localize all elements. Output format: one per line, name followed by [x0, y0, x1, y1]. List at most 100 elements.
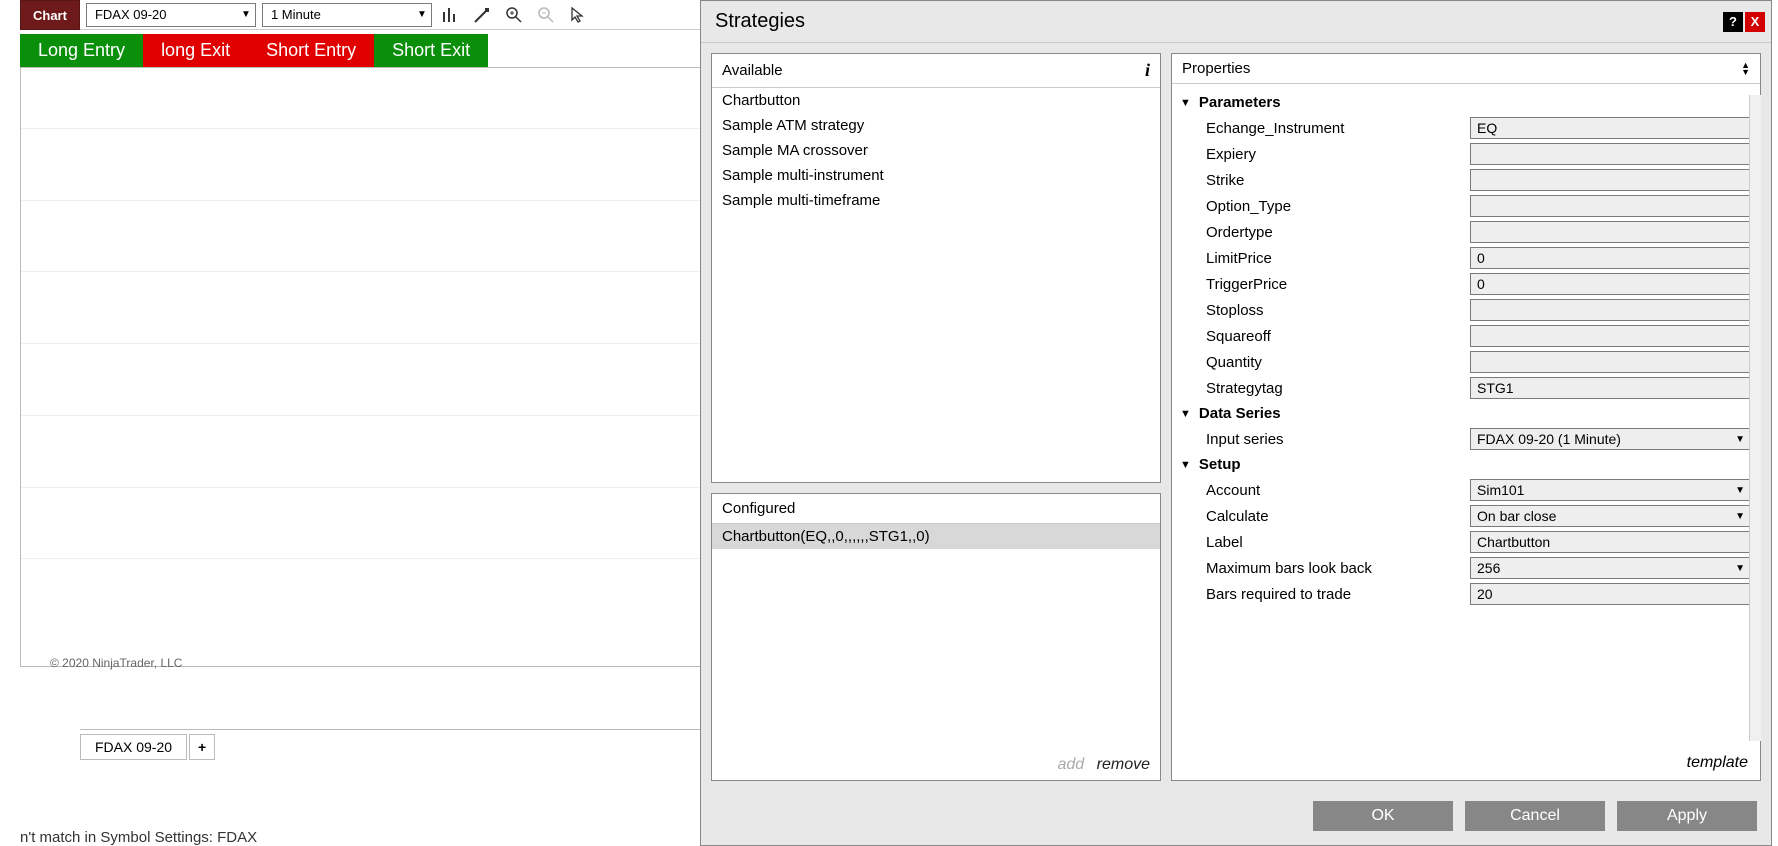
prop-label: Input series: [1206, 431, 1470, 448]
max-bars-select[interactable]: 256▼: [1470, 557, 1750, 579]
configured-list: Chartbutton(EQ,,0,,,,,,STG1,,0): [712, 524, 1160, 750]
chevron-down-icon: ▼: [241, 9, 251, 20]
bars-req-input[interactable]: [1470, 583, 1750, 605]
triggerprice-input[interactable]: [1470, 273, 1750, 295]
prop-row-echange-instrument: Echange_Instrument: [1178, 115, 1750, 141]
instrument-combo-value: FDAX 09-20: [95, 7, 167, 22]
section-setup[interactable]: ▼Setup: [1178, 452, 1750, 477]
prop-row-input-series: Input series FDAX 09-20 (1 Minute) ▼: [1178, 426, 1750, 452]
prop-row-calculate: Calculate On bar close▼: [1178, 503, 1750, 529]
prop-row-limitprice: LimitPrice: [1178, 245, 1750, 271]
chevron-down-icon: ▼: [1735, 485, 1745, 496]
prop-label: Stoploss: [1206, 302, 1470, 319]
chevron-down-icon: ▼: [417, 9, 427, 20]
properties-spinner[interactable]: ▲▼: [1741, 62, 1750, 76]
prop-row-bars-req: Bars required to trade: [1178, 581, 1750, 607]
strike-input[interactable]: [1470, 169, 1750, 191]
zoom-out-icon[interactable]: [532, 1, 560, 29]
account-value: Sim101: [1477, 482, 1524, 498]
instrument-combo[interactable]: FDAX 09-20 ▼: [86, 3, 256, 27]
prop-label: Option_Type: [1206, 198, 1470, 215]
close-button[interactable]: X: [1745, 12, 1765, 32]
draw-icon[interactable]: [468, 1, 496, 29]
remove-link[interactable]: remove: [1097, 756, 1150, 773]
expiery-input[interactable]: [1470, 143, 1750, 165]
chart-title: Chart: [20, 0, 80, 30]
prop-label: Calculate: [1206, 508, 1470, 525]
stoploss-input[interactable]: [1470, 299, 1750, 321]
echange-instrument-input[interactable]: [1470, 117, 1750, 139]
interval-combo-value: 1 Minute: [271, 7, 321, 22]
available-item[interactable]: Sample multi-instrument: [712, 163, 1160, 188]
calculate-select[interactable]: On bar close▼: [1470, 505, 1750, 527]
short-entry-button[interactable]: Short Entry: [248, 34, 374, 67]
available-item[interactable]: Chartbutton: [712, 88, 1160, 113]
properties-header: Properties ▲▼: [1172, 54, 1760, 84]
chart-window: Chart FDAX 09-20 ▼ 1 Minute ▼ Long Entry…: [20, 0, 800, 840]
available-item[interactable]: Sample multi-timeframe: [712, 188, 1160, 213]
properties-scrollbar[interactable]: [1749, 95, 1761, 741]
prop-row-expiery: Expiery: [1178, 141, 1750, 167]
cursor-icon[interactable]: [564, 1, 592, 29]
available-label: Available: [722, 62, 783, 79]
available-item[interactable]: Sample MA crossover: [712, 138, 1160, 163]
prop-label: Squareoff: [1206, 328, 1470, 345]
prop-label: Ordertype: [1206, 224, 1470, 241]
strategytag-input[interactable]: [1470, 377, 1750, 399]
label-input[interactable]: [1470, 531, 1750, 553]
configured-item[interactable]: Chartbutton(EQ,,0,,,,,,STG1,,0): [712, 524, 1160, 549]
triangle-down-icon: ▼: [1180, 408, 1191, 420]
long-entry-button[interactable]: Long Entry: [20, 34, 143, 67]
prop-label: Strategytag: [1206, 380, 1470, 397]
long-exit-button[interactable]: long Exit: [143, 34, 248, 67]
prop-row-option-type: Option_Type: [1178, 193, 1750, 219]
squareoff-input[interactable]: [1470, 325, 1750, 347]
chart-tab[interactable]: FDAX 09-20: [80, 734, 187, 760]
add-tab-button[interactable]: +: [189, 734, 215, 760]
chart-toolbar: Chart FDAX 09-20 ▼ 1 Minute ▼: [20, 0, 800, 30]
ok-button[interactable]: OK: [1313, 801, 1453, 831]
ordertype-input[interactable]: [1470, 221, 1750, 243]
option-type-input[interactable]: [1470, 195, 1750, 217]
prop-row-triggerprice: TriggerPrice: [1178, 271, 1750, 297]
prop-row-stoploss: Stoploss: [1178, 297, 1750, 323]
input-series-select[interactable]: FDAX 09-20 (1 Minute) ▼: [1470, 428, 1750, 450]
help-button[interactable]: ?: [1723, 12, 1743, 32]
section-parameters[interactable]: ▼Parameters: [1178, 90, 1750, 115]
apply-button[interactable]: Apply: [1617, 801, 1757, 831]
configured-header: Configured: [712, 494, 1160, 524]
dialog-footer: OK Cancel Apply: [701, 791, 1771, 845]
input-series-value: FDAX 09-20 (1 Minute): [1477, 431, 1621, 447]
properties-panel: Properties ▲▼ ▼Parameters Echange_Instru…: [1171, 53, 1761, 781]
prop-label: Echange_Instrument: [1206, 120, 1470, 137]
limitprice-input[interactable]: [1470, 247, 1750, 269]
chart-canvas[interactable]: [20, 67, 800, 667]
strategies-dialog: Strategies ? X Available i Chartbutton S…: [700, 0, 1772, 846]
prop-row-account: Account Sim101▼: [1178, 477, 1750, 503]
max-bars-value: 256: [1477, 560, 1500, 576]
add-link[interactable]: add: [1057, 756, 1084, 773]
section-data-series[interactable]: ▼Data Series: [1178, 401, 1750, 426]
prop-label: Maximum bars look back: [1206, 560, 1470, 577]
prop-row-ordertype: Ordertype: [1178, 219, 1750, 245]
bars-icon[interactable]: [436, 1, 464, 29]
prop-label: Strike: [1206, 172, 1470, 189]
account-select[interactable]: Sim101 ▼: [1470, 479, 1750, 501]
prop-row-strike: Strike: [1178, 167, 1750, 193]
template-link[interactable]: template: [1172, 746, 1760, 780]
quantity-input[interactable]: [1470, 351, 1750, 373]
short-exit-button[interactable]: Short Exit: [374, 34, 488, 67]
prop-label: Bars required to trade: [1206, 586, 1470, 603]
prop-label: Expiery: [1206, 146, 1470, 163]
available-panel: Available i Chartbutton Sample ATM strat…: [711, 53, 1161, 483]
chevron-down-icon: ▼: [1735, 434, 1745, 445]
available-item[interactable]: Sample ATM strategy: [712, 113, 1160, 138]
info-icon[interactable]: i: [1145, 60, 1150, 81]
triangle-down-icon: ▼: [1180, 459, 1191, 471]
entry-button-row: Long Entry long Exit Short Entry Short E…: [20, 34, 800, 67]
properties-grid: ▼Parameters Echange_Instrument Expiery S…: [1172, 84, 1760, 746]
interval-combo[interactable]: 1 Minute ▼: [262, 3, 432, 27]
zoom-in-icon[interactable]: [500, 1, 528, 29]
cancel-button[interactable]: Cancel: [1465, 801, 1605, 831]
copyright-label: © 2020 NinjaTrader, LLC: [50, 656, 182, 670]
